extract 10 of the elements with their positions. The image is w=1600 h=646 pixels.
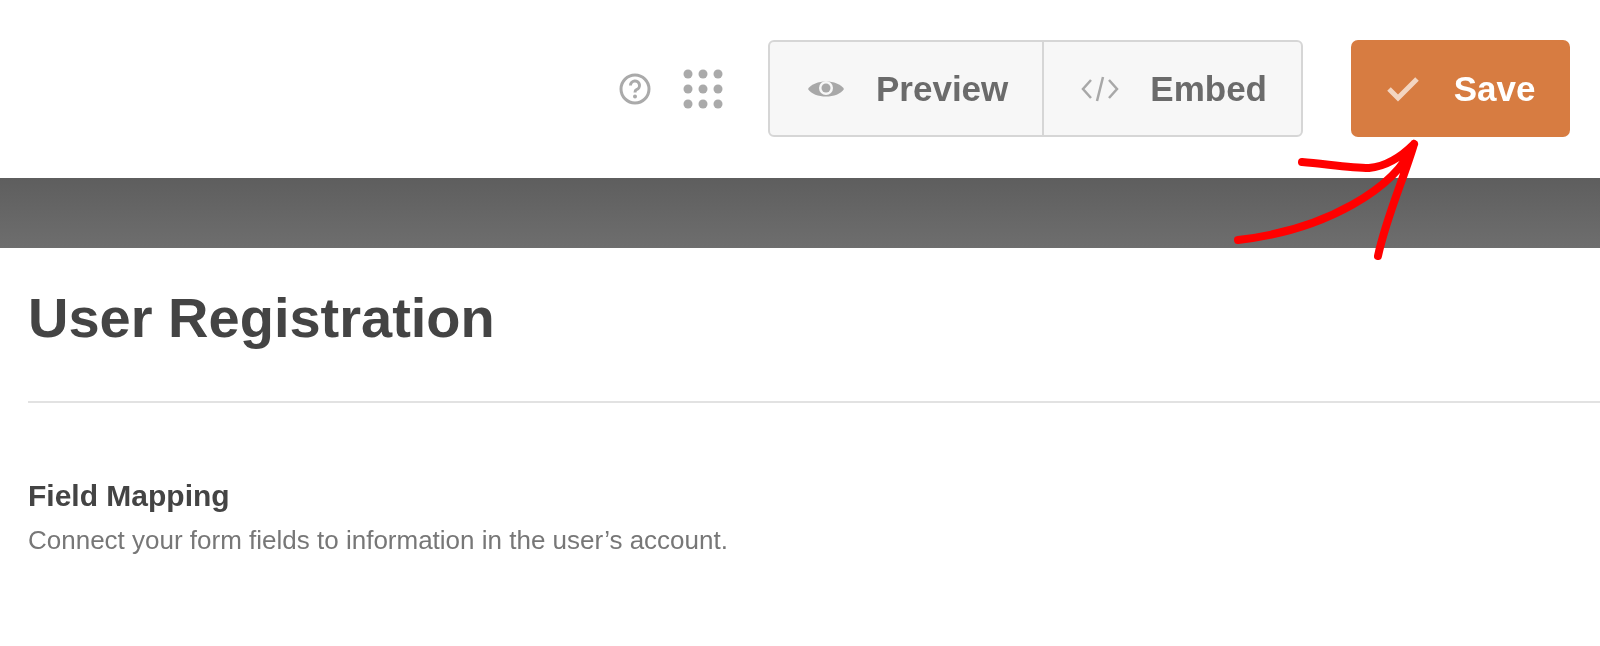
section-title: Field Mapping bbox=[28, 479, 231, 514]
preview-button[interactable]: Preview bbox=[770, 42, 1043, 135]
save-button[interactable]: Save bbox=[1351, 40, 1570, 137]
grid-icon bbox=[683, 69, 723, 109]
apps-button[interactable] bbox=[683, 69, 723, 109]
embed-button[interactable]: Embed bbox=[1042, 42, 1301, 135]
page-title: User Registration bbox=[28, 285, 496, 351]
help-icon bbox=[619, 73, 651, 105]
check-icon bbox=[1385, 75, 1420, 102]
section-description: Connect your form fields to information in the user’s account. bbox=[28, 525, 729, 557]
